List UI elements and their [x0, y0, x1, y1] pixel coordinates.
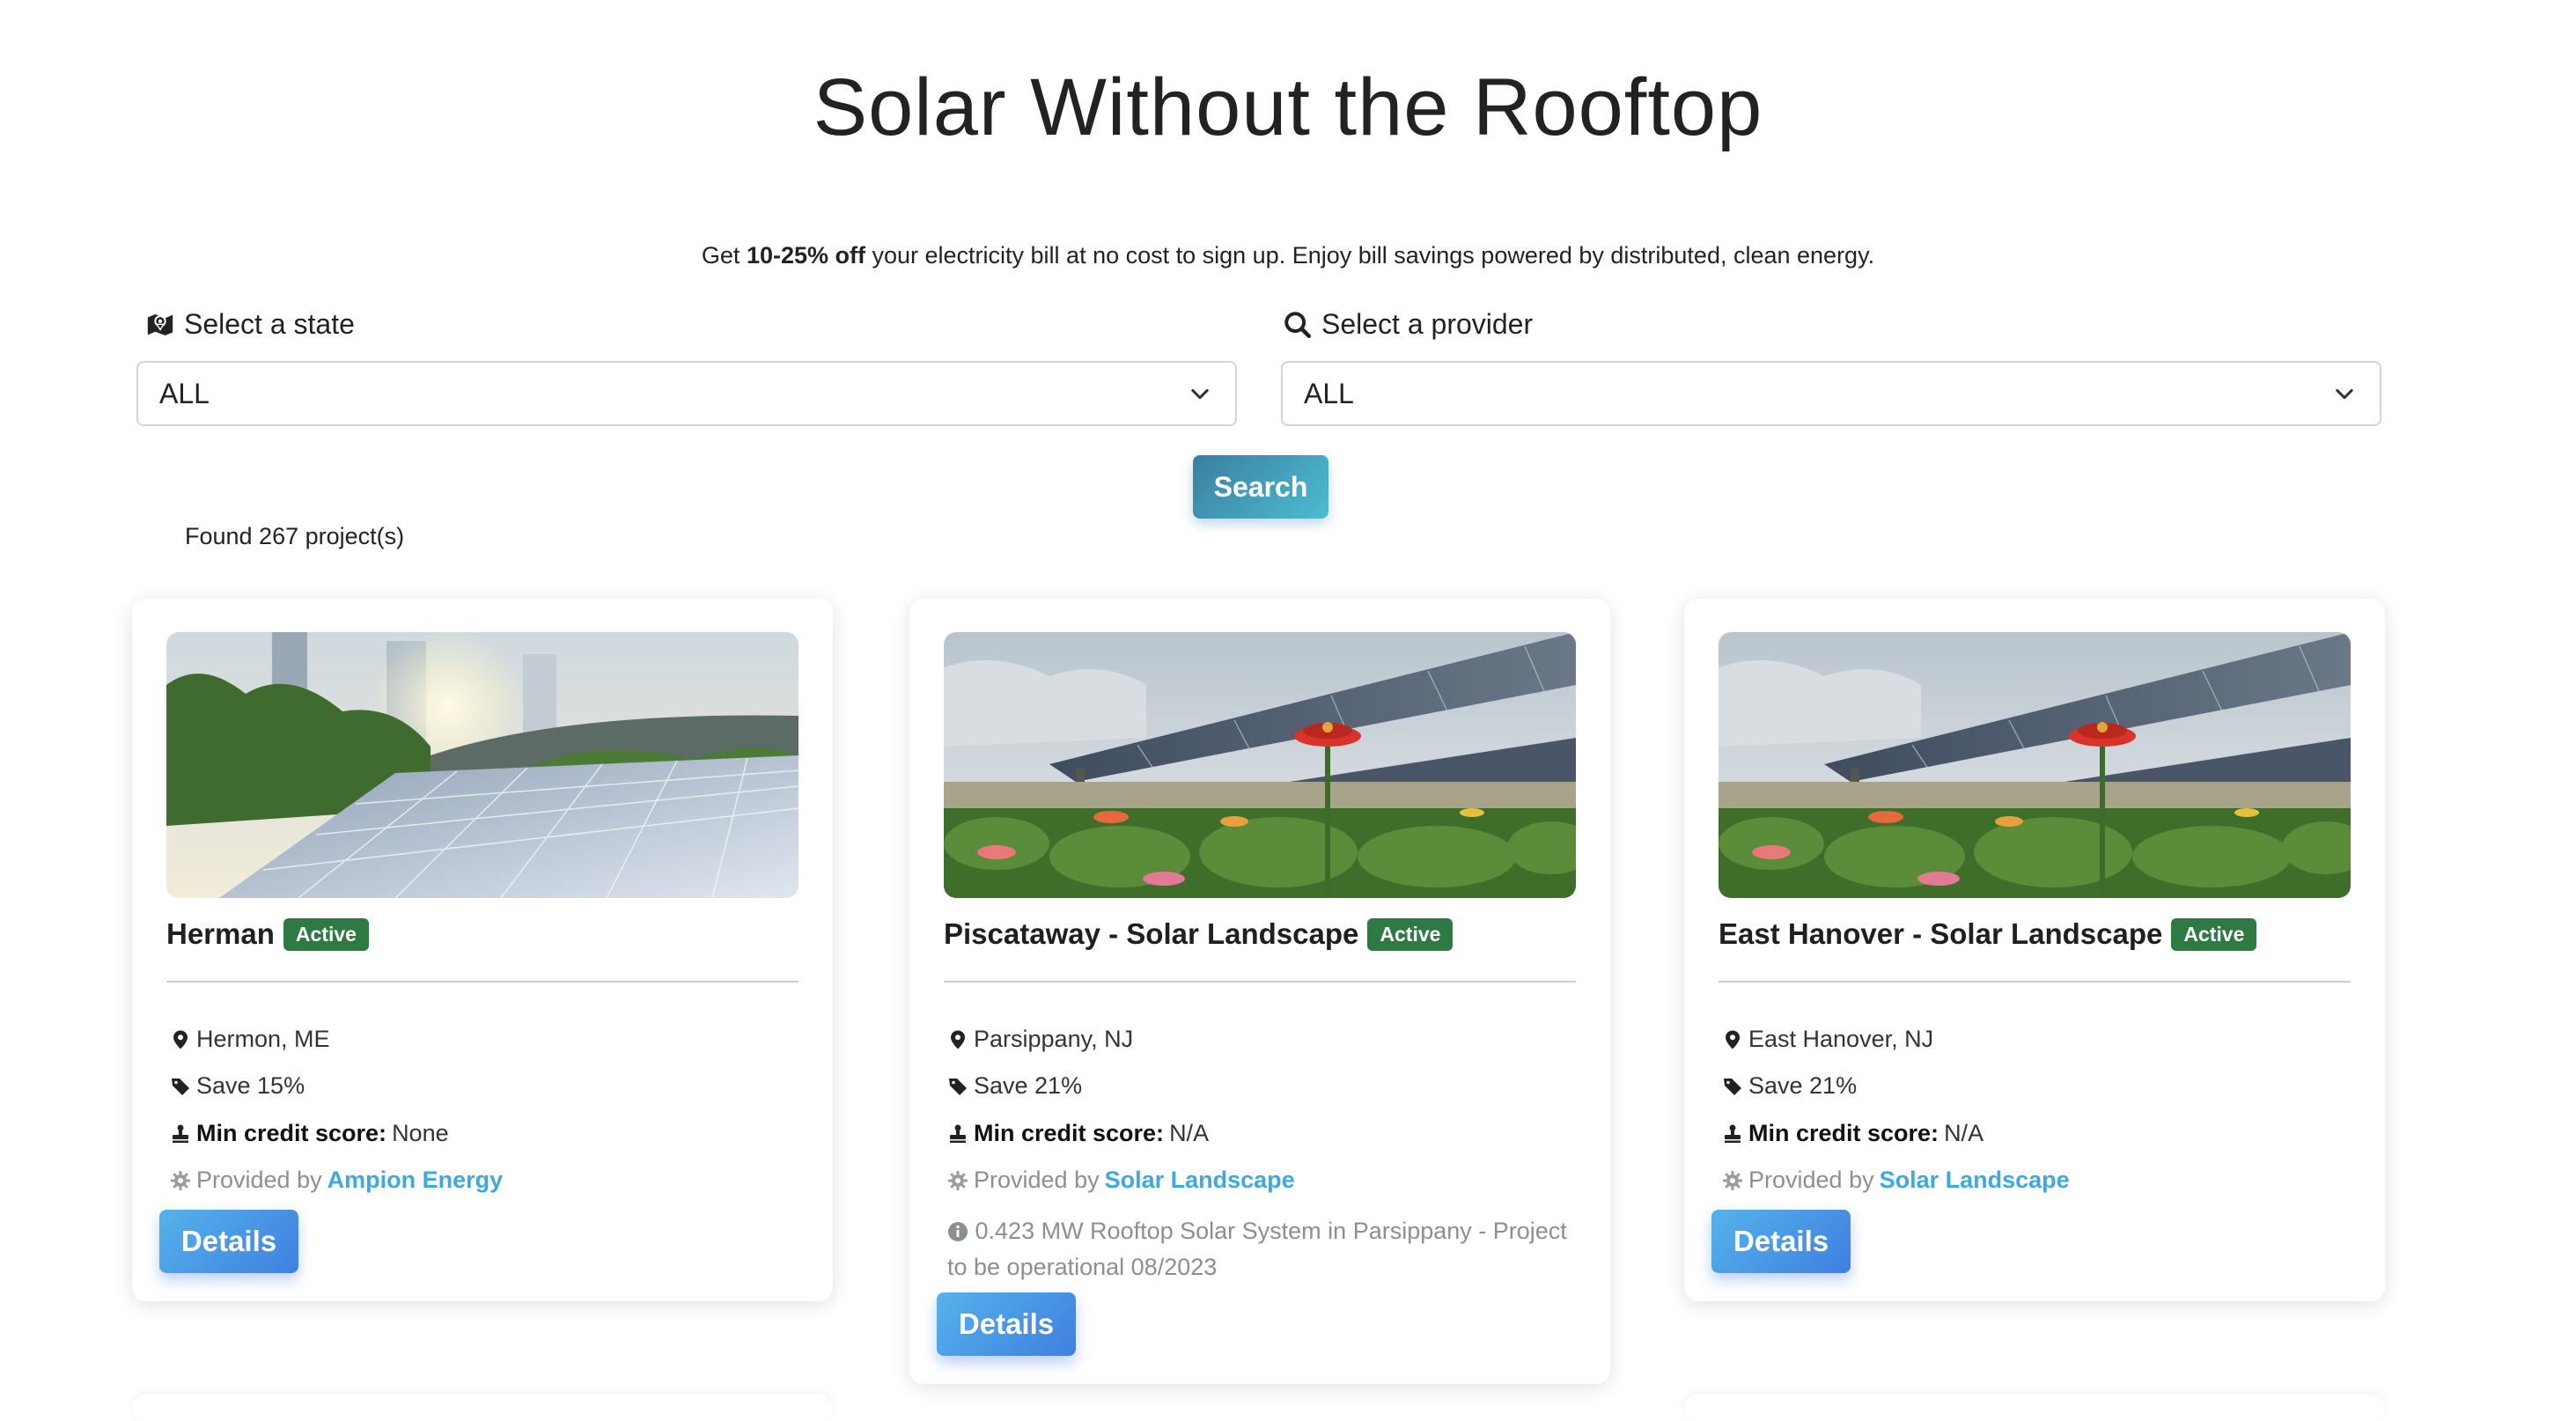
savings-text: Save 15% [196, 1072, 305, 1099]
location-text: Parsippany, NJ [974, 1026, 1134, 1052]
provider-link[interactable]: Ampion Energy [328, 1167, 504, 1194]
gear-icon [1723, 1170, 1742, 1190]
state-select-value: ALL [159, 377, 210, 409]
provider-row: Provided by Ampion Energy [170, 1167, 503, 1194]
subtitle-suffix: your electricity bill at no cost to sign… [865, 242, 1875, 269]
credit-label: Min credit score: [1748, 1120, 1939, 1146]
provided-by-text: Provided by [196, 1167, 322, 1193]
provider-select-value: ALL [1304, 377, 1354, 409]
stamp-icon [950, 1124, 966, 1143]
project-description: 0.423 MW Rooftop Solar System in Parsipp… [947, 1213, 1572, 1285]
provider-select[interactable]: ALL [1281, 361, 2381, 426]
chevron-down-icon [2336, 388, 2353, 400]
project-card: East Hanover - Solar Landscape Active Ea… [1684, 599, 2385, 1301]
location-text: East Hanover, NJ [1748, 1026, 1934, 1052]
chevron-down-icon [1191, 388, 1209, 400]
provider-filter-text: Select a provider [1321, 308, 1534, 340]
credit-label: Min credit score: [974, 1120, 1165, 1146]
credit-value: N/A [1169, 1120, 1210, 1146]
project-title: East Hanover - Solar Landscape Active [1719, 917, 2257, 951]
results-count: Found 267 project(s) [185, 523, 405, 549]
project-image [944, 632, 1576, 898]
card-divider [1719, 981, 2351, 983]
credit-value: None [392, 1120, 449, 1146]
details-button[interactable]: Details [1711, 1210, 1851, 1273]
description-text: 0.423 MW Rooftop Solar System in Parsipp… [947, 1218, 1567, 1280]
map-pin-icon [173, 1030, 188, 1049]
project-card-partial [132, 1395, 833, 1421]
project-name: East Hanover - Solar Landscape [1719, 917, 2163, 950]
credit-label: Min credit score: [196, 1120, 387, 1146]
savings-text: Save 21% [974, 1072, 1083, 1099]
project-image [1719, 632, 2351, 898]
stamp-icon [173, 1124, 188, 1143]
stamp-icon [1725, 1124, 1741, 1143]
card-divider [166, 981, 799, 983]
savings-row: Save 21% [947, 1072, 1082, 1100]
provided-by-text: Provided by [1748, 1167, 1874, 1193]
provider-link[interactable]: Solar Landscape [1880, 1167, 2070, 1194]
gear-icon [171, 1170, 190, 1190]
location-row: East Hanover, NJ [1722, 1026, 1933, 1053]
subtitle-prefix: Get [701, 242, 747, 269]
state-filter-label: Select a state [145, 308, 355, 341]
status-badge: Active [1367, 917, 1454, 951]
state-select[interactable]: ALL [136, 361, 1237, 426]
project-card: Herman Active Hermon, ME Save 15% Min cr… [132, 599, 833, 1301]
tag-icon [949, 1078, 967, 1095]
subtitle-highlight: 10-25% off [746, 242, 865, 269]
location-row: Parsippany, NJ [947, 1026, 1133, 1053]
page-title: Solar Without the Rooftop [813, 63, 1763, 152]
provider-filter-label: Select a provider [1283, 308, 1533, 341]
project-name: Piscataway - Solar Landscape [944, 917, 1359, 950]
project-image [166, 632, 799, 898]
location-row: Hermon, ME [170, 1026, 330, 1053]
details-button[interactable]: Details [159, 1210, 298, 1273]
card-divider [944, 981, 1576, 983]
provider-row: Provided by Solar Landscape [947, 1167, 1295, 1194]
savings-row: Save 15% [170, 1072, 305, 1100]
search-icon [1284, 311, 1312, 338]
location-text: Hermon, ME [196, 1026, 330, 1052]
project-title: Piscataway - Solar Landscape Active [944, 917, 1454, 951]
status-badge: Active [283, 917, 369, 951]
page-subtitle: Get 10-25% off your electricity bill at … [0, 242, 2576, 269]
provider-row: Provided by Solar Landscape [1722, 1167, 2070, 1194]
credit-value: N/A [1944, 1120, 1984, 1146]
gear-icon [948, 1170, 968, 1190]
project-card: Piscataway - Solar Landscape Active Pars… [909, 599, 1610, 1384]
map-icon [147, 313, 173, 335]
project-name: Herman [166, 917, 275, 950]
state-filter-text: Select a state [184, 308, 355, 340]
project-card-partial [1684, 1395, 2385, 1421]
map-pin-icon [951, 1030, 965, 1049]
tag-icon [172, 1078, 189, 1095]
credit-row: Min credit score: None [170, 1120, 449, 1147]
project-title: Herman Active [166, 917, 369, 951]
info-circle-icon [948, 1222, 968, 1241]
status-badge: Active [2171, 917, 2257, 951]
provider-link[interactable]: Solar Landscape [1105, 1167, 1295, 1194]
credit-row: Min credit score: N/A [1722, 1120, 1984, 1147]
savings-row: Save 21% [1722, 1072, 1857, 1100]
savings-text: Save 21% [1748, 1072, 1858, 1099]
search-button[interactable]: Search [1193, 455, 1328, 519]
map-pin-icon [1726, 1030, 1740, 1049]
provided-by-text: Provided by [974, 1167, 1100, 1193]
details-button[interactable]: Details [937, 1292, 1076, 1356]
tag-icon [1724, 1078, 1741, 1095]
credit-row: Min credit score: N/A [947, 1120, 1209, 1147]
